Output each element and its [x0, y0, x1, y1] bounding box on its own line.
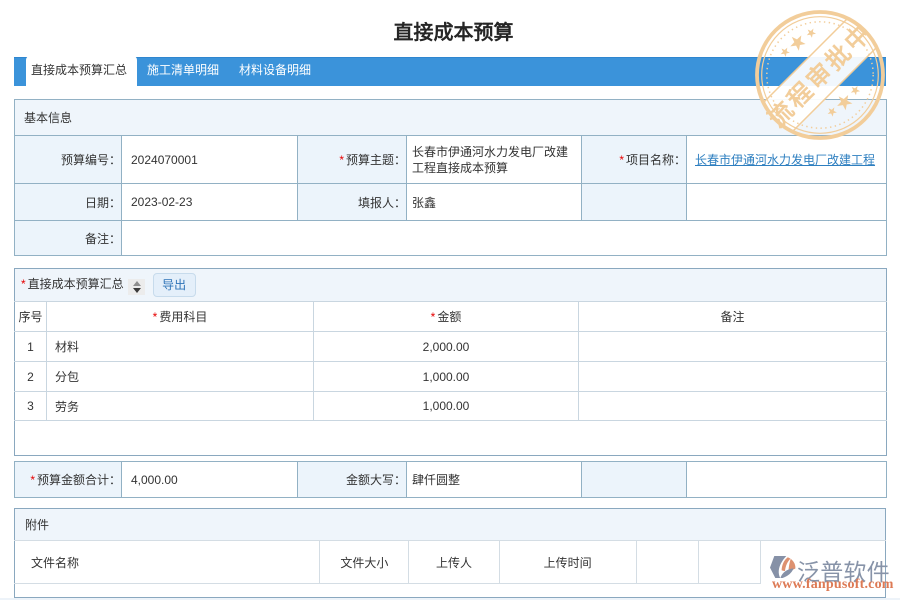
svg-text:流程审批中: 流程审批中: [763, 18, 878, 133]
